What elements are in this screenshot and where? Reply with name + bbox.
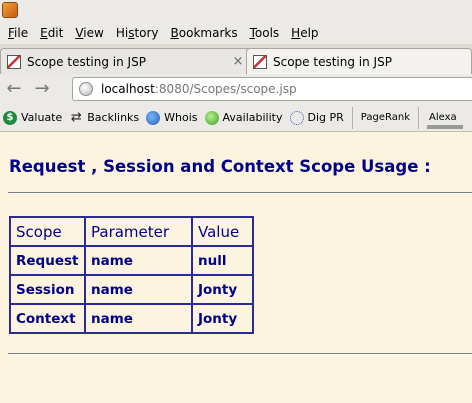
tab-2-label: Scope testing in JSP — [273, 54, 392, 69]
menu-edit[interactable]: Edit — [34, 22, 69, 44]
alexa-label: Alexa — [429, 112, 457, 123]
table-cell: Context — [10, 304, 85, 333]
network-icon — [289, 110, 304, 125]
divider — [8, 353, 472, 355]
page-title: Request , Session and Context Scope Usag… — [9, 157, 431, 176]
url-bar[interactable]: localhost:8080/Scopes/scope.jsp — [72, 77, 472, 101]
menu-help[interactable]: Help — [285, 22, 324, 44]
column-header: Scope — [10, 217, 85, 246]
bookmark-valuate[interactable]: $ Valuate — [0, 104, 66, 132]
table-cell: name — [85, 304, 192, 333]
tab-2[interactable]: Scope testing in JSP — [246, 48, 472, 74]
bookmarks-toolbar: $ Valuate ⇄ Backlinks Whois Availability… — [0, 104, 472, 132]
toolbar-separator — [351, 106, 353, 129]
bookmark-dig-pr[interactable]: Dig PR — [287, 104, 348, 132]
navigation-bar: ← → localhost:8080/Scopes/scope.jsp — [0, 74, 472, 104]
page-favicon-icon — [253, 54, 267, 69]
menu-view[interactable]: View — [69, 22, 109, 44]
search-icon — [204, 110, 219, 125]
scope-table: Scope Parameter Value Request name null … — [9, 216, 254, 334]
table-cell: Session — [10, 275, 85, 304]
divider — [8, 192, 472, 194]
menu-history[interactable]: History — [110, 22, 165, 44]
table-row: Context name Jonty — [10, 304, 253, 333]
site-identity-icon[interactable] — [79, 82, 93, 96]
menu-bookmarks[interactable]: Bookmarks — [165, 22, 244, 44]
page-content: Request , Session and Context Scope Usag… — [0, 133, 472, 403]
table-row: Session name Jonty — [10, 275, 253, 304]
tab-1-label: Scope testing in JSP — [27, 54, 146, 69]
title-bar — [0, 0, 472, 22]
dollar-icon: $ — [3, 110, 17, 125]
toolbar-separator — [418, 106, 419, 129]
url-host: localhost — [101, 82, 155, 96]
url-path: :8080/Scopes/scope.jsp — [154, 82, 297, 96]
tab-strip: Scope testing in JSP × Scope testing in … — [0, 44, 472, 74]
table-cell: name — [85, 246, 192, 275]
bookmark-whois[interactable]: Whois — [143, 104, 201, 132]
table-cell: name — [85, 275, 192, 304]
table-cell: Jonty — [192, 304, 253, 333]
firefox-icon — [2, 2, 18, 18]
table-header-row: Scope Parameter Value — [10, 217, 253, 246]
table-row: Request name null — [10, 246, 253, 275]
column-header: Parameter — [85, 217, 192, 246]
tab-1[interactable]: Scope testing in JSP × — [0, 48, 252, 74]
close-icon[interactable]: × — [231, 54, 245, 69]
table-cell: null — [192, 246, 253, 275]
menu-tools[interactable]: Tools — [244, 22, 286, 44]
page-favicon-icon — [7, 54, 21, 69]
arrows-icon: ⇄ — [70, 109, 82, 125]
bookmark-availability[interactable]: Availability — [202, 104, 287, 132]
back-button[interactable]: ← — [0, 76, 28, 102]
alexa-widget[interactable]: Alexa — [423, 112, 463, 129]
column-header: Value — [192, 217, 253, 246]
forward-button[interactable]: → — [28, 76, 56, 102]
menu-file[interactable]: File — [2, 22, 34, 44]
alexa-rank-bar — [427, 125, 463, 129]
bookmark-backlinks[interactable]: ⇄ Backlinks — [66, 104, 143, 132]
table-cell: Request — [10, 246, 85, 275]
menu-bar: File Edit View History Bookmarks Tools H… — [0, 22, 472, 44]
pagerank-widget[interactable]: PageRank — [357, 112, 414, 123]
table-cell: Jonty — [192, 275, 253, 304]
globe-icon — [146, 110, 161, 125]
